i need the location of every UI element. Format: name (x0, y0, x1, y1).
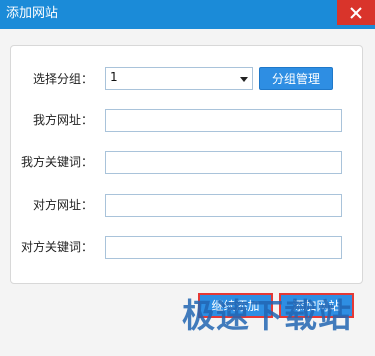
their-keyword-input[interactable] (105, 236, 342, 259)
group-label: 选择分组： (32, 72, 93, 86)
our-url-input[interactable] (105, 109, 342, 132)
our-keyword-input[interactable] (105, 151, 342, 174)
our-url-label: 我方网址： (32, 113, 93, 127)
title-bar: 添加网站 (0, 0, 375, 29)
manage-group-button[interactable]: 分组管理 (259, 67, 333, 90)
their-url-input[interactable] (105, 194, 342, 217)
chevron-down-icon (240, 77, 248, 82)
window-title: 添加网站 (6, 6, 59, 21)
their-url-label: 对方网址： (32, 198, 93, 212)
group-select-value: 1 (110, 70, 118, 84)
their-keyword-label: 对方关键词： (20, 240, 93, 254)
watermark-text: 极速下载站 (182, 296, 352, 335)
our-keyword-label: 我方关键词： (20, 155, 93, 169)
close-button[interactable] (337, 0, 375, 25)
close-icon (350, 6, 362, 19)
group-select[interactable]: 1 (105, 67, 253, 90)
